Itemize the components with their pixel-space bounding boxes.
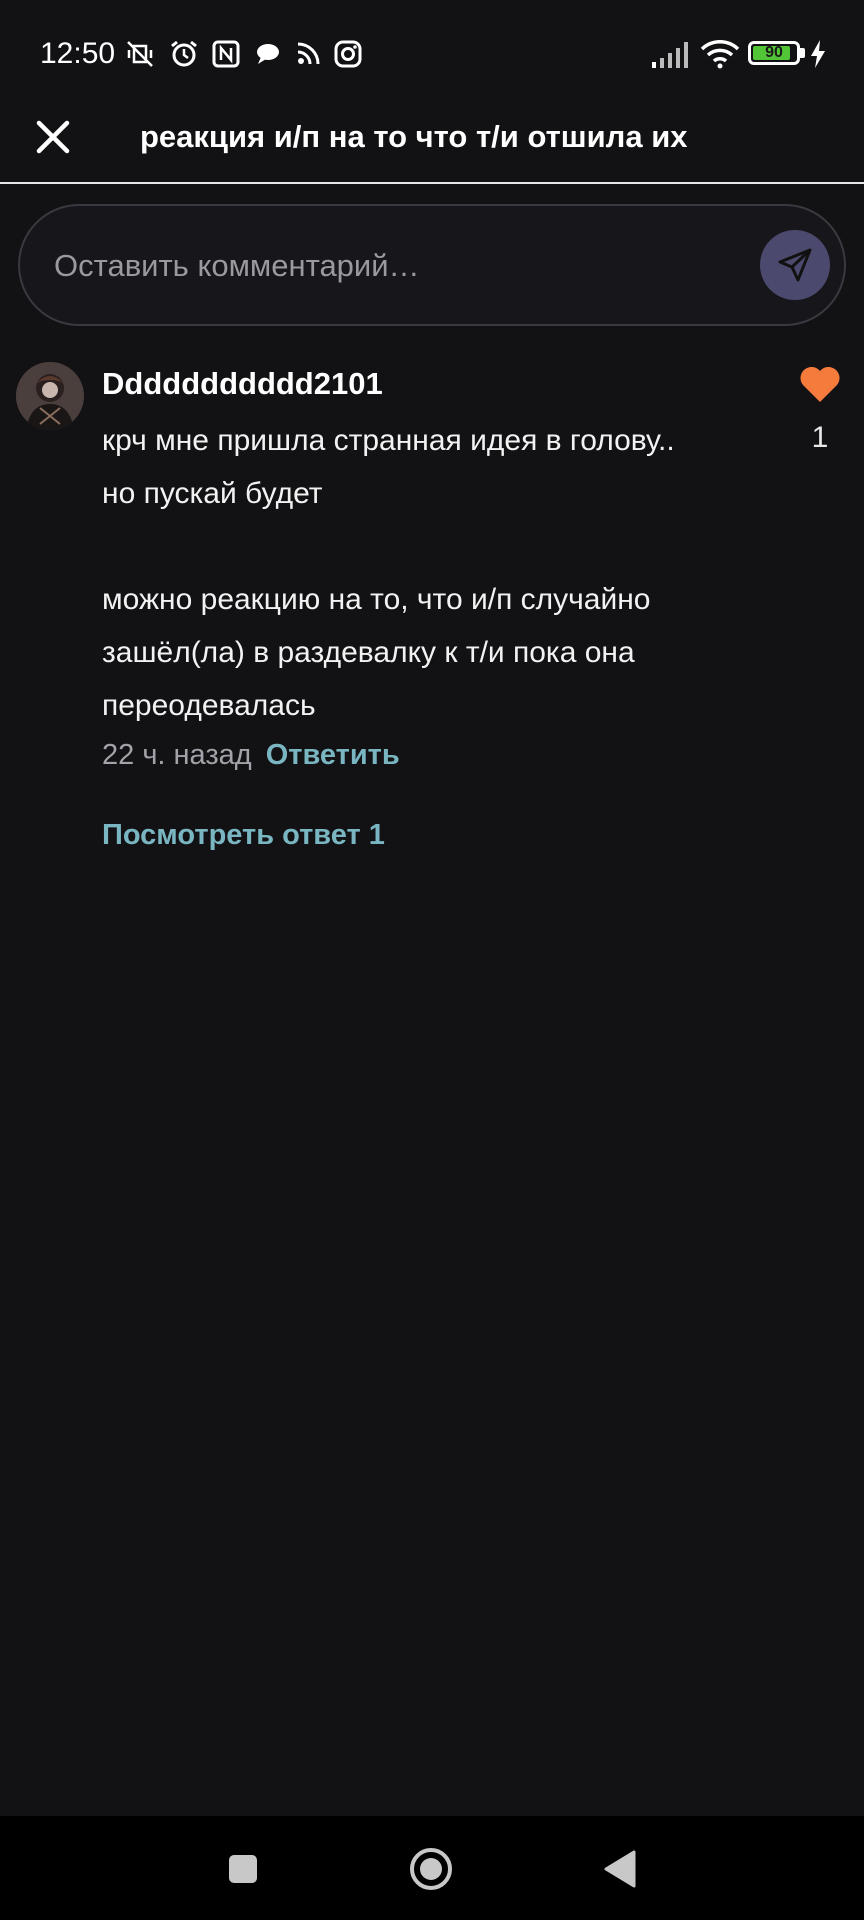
instagram-icon <box>332 38 364 70</box>
comment-text: крч мне пришла странная идея в голову.. … <box>102 424 675 722</box>
battery-level: 90 <box>765 44 783 61</box>
comment-time: 22 ч. назад <box>102 739 252 771</box>
home-button[interactable] <box>408 1846 454 1892</box>
view-replies-button[interactable]: Посмотреть ответ 1 <box>102 810 385 860</box>
rss-icon <box>292 38 324 70</box>
back-button[interactable] <box>598 1846 644 1892</box>
battery-icon: 90 <box>748 41 800 65</box>
recents-square-icon <box>229 1855 257 1883</box>
battery-tip <box>800 48 805 58</box>
comment-author[interactable]: Ddddddddddd2101 <box>102 362 383 406</box>
heart-icon <box>800 366 840 402</box>
back-triangle-icon <box>604 1850 636 1888</box>
status-bar: 12:50 90 <box>0 0 864 104</box>
avatar[interactable] <box>16 362 84 430</box>
like-count: 1 <box>811 421 829 454</box>
status-time: 12:50 <box>40 37 116 70</box>
comment-input[interactable] <box>52 234 736 298</box>
send-button[interactable] <box>760 230 830 300</box>
send-icon <box>778 248 812 282</box>
message-bubble-icon <box>252 38 284 70</box>
wifi-icon <box>700 38 740 70</box>
comment-input-container <box>18 204 846 326</box>
comment-meta: 22 ч. назад Ответить <box>102 730 400 780</box>
nfc-icon <box>210 38 242 70</box>
navigation-bar <box>0 1816 864 1920</box>
alarm-icon <box>168 38 200 70</box>
close-icon <box>36 120 70 154</box>
like-button[interactable] <box>798 364 842 404</box>
page-title: реакция и/п на то что т/и отшила их <box>140 119 688 154</box>
reply-button[interactable]: Ответить <box>266 739 400 771</box>
close-button[interactable] <box>30 114 76 160</box>
signal-icon <box>650 38 690 70</box>
recents-button[interactable] <box>220 1846 266 1892</box>
charging-icon <box>808 38 828 70</box>
home-circle-icon <box>410 1848 452 1890</box>
mute-vibrate-icon <box>124 38 156 70</box>
header: реакция и/п на то что т/и отшила их <box>0 104 864 184</box>
